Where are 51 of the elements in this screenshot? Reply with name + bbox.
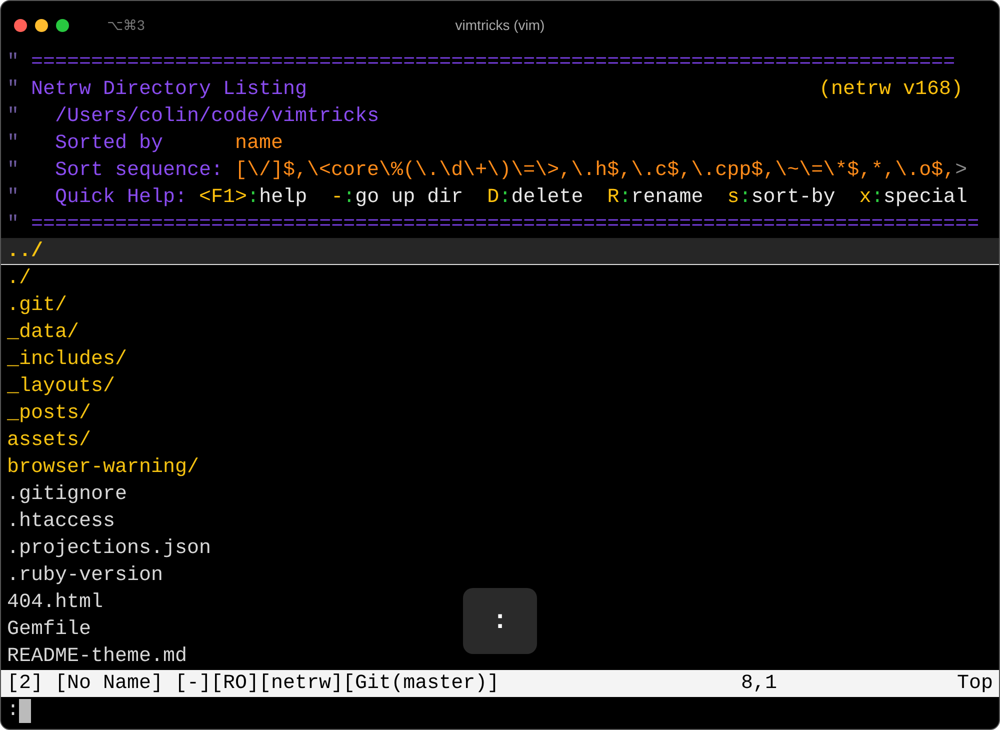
help-item: R:rename [607, 185, 704, 211]
cursor-position: 8,1 [740, 671, 777, 697]
file-entry[interactable]: ../ [7, 240, 44, 263]
field-value: [\/]$,\<core\%(\.\d\+\)\=\>,\.h$,\.c$,\.cpp$,\~\=\*$,*,\.o$, [235, 158, 956, 184]
version-label: (netrw v168) [818, 77, 963, 103]
file-entry[interactable]: 404.html [7, 591, 104, 614]
file-entry[interactable]: README-theme.md [7, 645, 188, 668]
file-entry[interactable]: _data/ [7, 321, 80, 344]
command-text: : [7, 698, 20, 724]
file-entry[interactable]: .htaccess [7, 510, 116, 533]
help-item: -:go up dir [331, 185, 464, 211]
field-label: Sort sequence: [55, 158, 224, 184]
comment-marker: " [7, 212, 20, 238]
keystroke-overlay: : [463, 588, 537, 654]
help-item: s:sort-by [727, 185, 836, 211]
file-entry[interactable]: .gitignore [7, 483, 128, 506]
file-entry[interactable]: .ruby-version [7, 564, 164, 587]
help-item: <F1>:help [199, 185, 308, 211]
field-value: name [235, 131, 284, 157]
comment-marker: " [7, 131, 20, 157]
help-label: Quick Help: [55, 185, 188, 211]
file-entry[interactable]: ./ [7, 267, 32, 290]
divider-rule: =============================================================================== [31, 212, 980, 238]
comment-marker: " [7, 185, 20, 211]
help-item: x:special [859, 185, 968, 211]
listing-title: Netrw Directory Listing [31, 77, 308, 103]
file-entry[interactable]: .git/ [7, 294, 68, 317]
minimize-button[interactable] [35, 18, 48, 32]
file-entry[interactable]: browser-warning/ [7, 456, 200, 479]
file-entry[interactable]: assets/ [7, 429, 92, 452]
scroll-position: Top [956, 671, 993, 697]
file-entry[interactable]: _includes/ [7, 348, 128, 371]
zoom-button[interactable] [56, 18, 69, 32]
help-item: D:delete [487, 185, 584, 211]
divider-rule: ============================================================================= [31, 50, 956, 76]
comment-marker: " [7, 50, 20, 76]
tab-shortcut: ⌥⌘3 [107, 16, 145, 34]
status-text: [2] [No Name] [-][RO][netrw][Git(master)] [7, 671, 500, 697]
file-entry[interactable]: Gemfile [7, 618, 92, 641]
file-entry[interactable]: _layouts/ [7, 375, 116, 398]
window-title: vimtricks (vim) [455, 16, 545, 35]
comment-marker: " [7, 77, 20, 103]
field-label: Sorted by [55, 131, 164, 157]
file-entry[interactable]: _posts/ [7, 402, 92, 425]
overflow-mark: > [955, 158, 968, 184]
directory-path: /Users/colin/code/vimtricks [55, 104, 380, 130]
comment-marker: " [7, 104, 20, 130]
file-entry[interactable]: .projections.json [7, 537, 212, 560]
text-cursor [19, 698, 32, 722]
close-button[interactable] [14, 18, 27, 32]
comment-marker: " [7, 158, 20, 184]
